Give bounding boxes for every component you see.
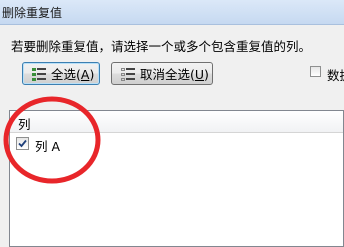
list-item[interactable]: 列 A bbox=[10, 134, 343, 154]
unselect-all-button[interactable]: 取消全选(U) bbox=[111, 62, 213, 85]
column-header-label: 列 bbox=[18, 117, 31, 132]
checkmark-icon bbox=[18, 139, 27, 148]
unselect-all-icon bbox=[121, 67, 135, 81]
select-all-label: 全选(A) bbox=[51, 67, 95, 82]
has-headers-checkbox[interactable] bbox=[310, 66, 321, 77]
column-a-label: 列 A bbox=[35, 139, 61, 154]
window-title: 删除重复值 bbox=[2, 6, 63, 20]
title-bar: 删除重复值 bbox=[0, 0, 344, 25]
select-all-icon bbox=[32, 67, 46, 81]
select-all-button[interactable]: 全选(A) bbox=[22, 62, 100, 85]
column-list-header: 列 bbox=[10, 111, 343, 133]
has-headers-label: 数据 bbox=[327, 68, 344, 83]
instruction-text: 若要删除重复值，请选择一个或多个包含重复值的列。 bbox=[11, 39, 312, 54]
column-a-checkbox[interactable] bbox=[16, 137, 29, 150]
unselect-all-label: 取消全选(U) bbox=[140, 67, 209, 82]
column-list[interactable]: 列 列 A bbox=[9, 110, 344, 247]
